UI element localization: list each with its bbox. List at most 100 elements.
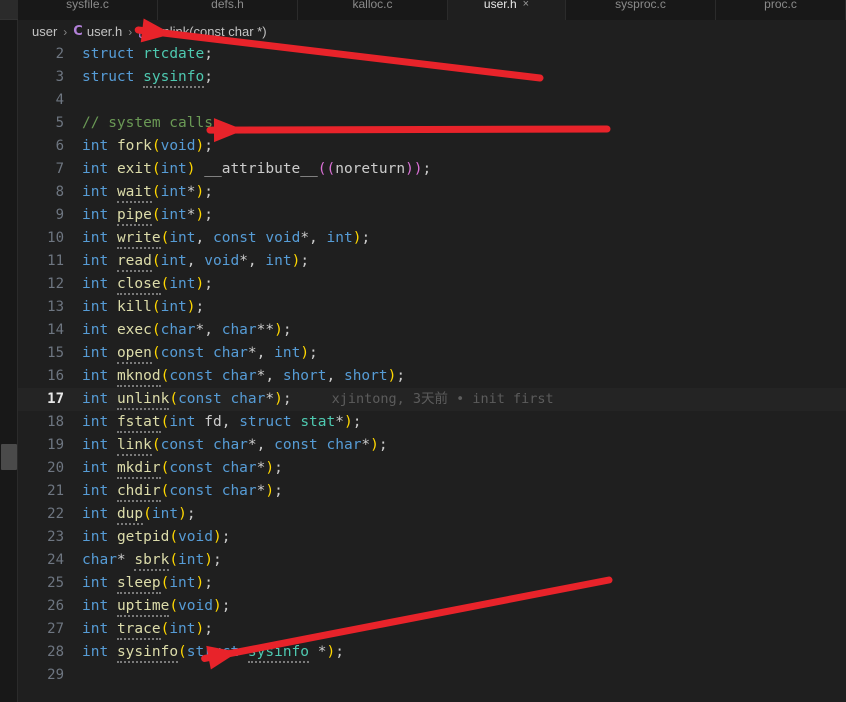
code-token: ) — [178, 506, 187, 522]
code-token: rtcdate — [143, 46, 204, 62]
line-number: 19 — [18, 434, 82, 457]
code-token: unlink — [117, 391, 169, 410]
code-token: int — [82, 276, 108, 292]
code-token: ( — [169, 552, 178, 568]
code-editor[interactable]: 2struct rtcdate;3struct sysinfo;45// sys… — [18, 43, 846, 702]
line-number: 13 — [18, 296, 82, 319]
editor-tab-proc-c[interactable]: proc.c — [716, 0, 846, 20]
code-line[interactable]: 12int close(int); — [18, 273, 846, 296]
code-token: ; — [204, 138, 213, 154]
code-token: ) — [196, 276, 205, 292]
code-token: void — [161, 138, 196, 154]
line-number: 22 — [18, 503, 82, 526]
code-token: char — [213, 345, 248, 361]
code-token: ; — [300, 253, 309, 269]
code-line[interactable]: 25int sleep(int); — [18, 572, 846, 595]
code-token: ) — [196, 184, 205, 200]
code-token: pipe — [117, 207, 152, 226]
code-token: kill — [117, 299, 152, 315]
code-line[interactable]: 26int uptime(void); — [18, 595, 846, 618]
code-token: char — [161, 322, 196, 338]
code-text: int fstat(int fd, struct stat*); — [82, 414, 361, 433]
code-token: ; — [283, 391, 292, 407]
breadcrumb-item-folder[interactable]: user — [32, 24, 57, 39]
editor-tab-kalloc-c[interactable]: kalloc.c — [298, 0, 448, 20]
code-token: mkdir — [117, 460, 161, 479]
code-text: int close(int); — [82, 276, 213, 295]
code-line[interactable]: 28int sysinfo(struct sysinfo *); — [18, 641, 846, 664]
code-text: int read(int, void*, int); — [82, 253, 309, 272]
code-line[interactable]: 23int getpid(void); — [18, 526, 846, 549]
code-token: int — [82, 230, 108, 246]
tab-close-icon[interactable]: × — [523, 0, 529, 10]
code-token: struct — [187, 644, 239, 660]
breadcrumb[interactable]: user › C user.h › unlink(const char *) — [18, 20, 846, 43]
code-line[interactable]: 5// system calls — [18, 112, 846, 135]
editor-tab-bar[interactable]: sysfile.cdefs.hkalloc.cuser.h×sysproc.cp… — [18, 0, 846, 20]
editor-tab-sysfile-c[interactable]: sysfile.c — [18, 0, 158, 20]
code-token: exit — [117, 161, 152, 177]
code-token: sysinfo — [143, 69, 204, 88]
code-token: ) — [274, 391, 283, 407]
code-token — [108, 207, 117, 223]
code-token — [213, 368, 222, 384]
code-token: int — [82, 644, 108, 660]
breadcrumb-item-symbol[interactable]: unlink(const char *) — [155, 24, 266, 39]
code-line[interactable]: 7int exit(int) __attribute__((noreturn))… — [18, 158, 846, 181]
code-line[interactable]: 17int unlink(const char*);xjintong, 3天前 … — [18, 388, 846, 411]
line-number: 23 — [18, 526, 82, 549]
code-text: int chdir(const char*); — [82, 483, 283, 502]
code-token: , — [204, 322, 221, 338]
editor-tab-defs-h[interactable]: defs.h — [158, 0, 298, 20]
code-line[interactable]: 6int fork(void); — [18, 135, 846, 158]
code-line[interactable]: 11int read(int, void*, int); — [18, 250, 846, 273]
left-scrollbar-thumb[interactable] — [1, 444, 17, 470]
code-line[interactable]: 21int chdir(const char*); — [18, 480, 846, 503]
code-line[interactable]: 2struct rtcdate; — [18, 43, 846, 66]
code-line[interactable]: 10int write(int, const void*, int); — [18, 227, 846, 250]
code-token: int — [178, 552, 204, 568]
code-line[interactable]: 29 — [18, 664, 846, 687]
editor-tab-sysproc-c[interactable]: sysproc.c — [566, 0, 716, 20]
code-token — [108, 598, 117, 614]
code-line[interactable]: 3struct sysinfo; — [18, 66, 846, 89]
code-token: int — [169, 414, 195, 430]
code-line[interactable]: 24char* sbrk(int); — [18, 549, 846, 572]
code-line[interactable]: 13int kill(int); — [18, 296, 846, 319]
breadcrumb-item-file[interactable]: user.h — [87, 24, 122, 39]
code-line[interactable]: 22int dup(int); — [18, 503, 846, 526]
code-token: char — [327, 437, 362, 453]
code-line[interactable]: 4 — [18, 89, 846, 112]
code-line[interactable]: 20int mkdir(const char*); — [18, 457, 846, 480]
code-line[interactable]: 16int mknod(const char*, short, short); — [18, 365, 846, 388]
code-token: ( — [152, 138, 161, 154]
code-token: ; — [423, 161, 432, 177]
code-token: * — [196, 322, 205, 338]
code-token: int — [265, 253, 291, 269]
code-line[interactable]: 27int trace(int); — [18, 618, 846, 641]
code-line[interactable]: 19int link(const char*, const char*); — [18, 434, 846, 457]
git-blame-annotation[interactable]: xjintong, 3天前 • init first — [332, 391, 554, 407]
editor-tab-user-h[interactable]: user.h× — [448, 0, 566, 20]
code-token: void — [265, 230, 300, 246]
code-token: wait — [117, 184, 152, 203]
code-token: ( — [152, 161, 161, 177]
c-file-icon: C — [73, 24, 83, 39]
code-token: ) — [370, 437, 379, 453]
code-token: fork — [117, 138, 152, 154]
code-line[interactable]: 15int open(const char*, int); — [18, 342, 846, 365]
code-token: * — [117, 552, 134, 568]
code-line[interactable]: 9int pipe(int*); — [18, 204, 846, 227]
code-token: , — [257, 437, 274, 453]
code-token: ( — [152, 437, 161, 453]
code-token: int — [82, 621, 108, 637]
code-token: ; — [204, 69, 213, 85]
code-token — [213, 483, 222, 499]
code-line[interactable]: 14int exec(char*, char**); — [18, 319, 846, 342]
code-line[interactable]: 8int wait(int*); — [18, 181, 846, 204]
code-line[interactable]: 18int fstat(int fd, struct stat*); — [18, 411, 846, 434]
code-token: ) — [196, 138, 205, 154]
code-text: int sysinfo(struct sysinfo *); — [82, 644, 344, 663]
code-token: ; — [204, 276, 213, 292]
code-token: __attribute__ — [196, 161, 318, 177]
